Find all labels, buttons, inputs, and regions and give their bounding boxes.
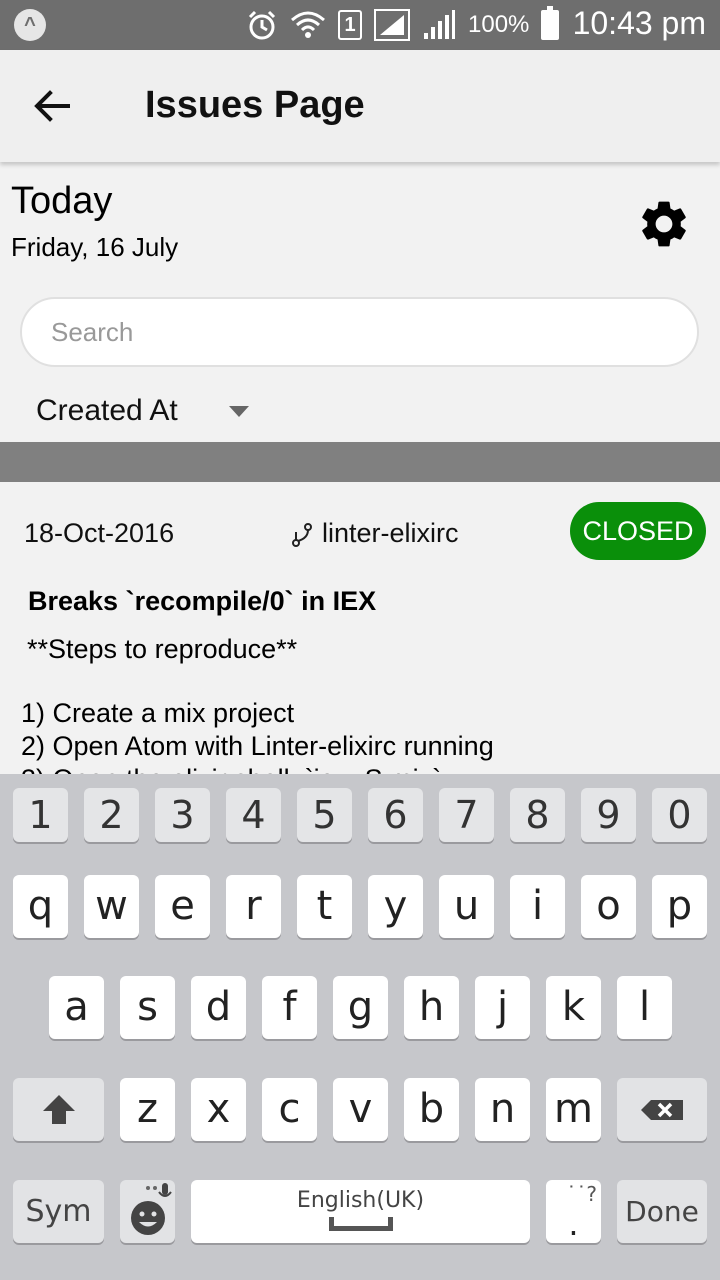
key-v[interactable]: v <box>333 1078 388 1141</box>
chevron-down-icon[interactable] <box>229 406 249 417</box>
clock: 10:43 pm <box>572 5 706 41</box>
key-5[interactable]: 5 <box>297 788 352 842</box>
search-input[interactable]: Search <box>20 297 699 367</box>
period-label: . <box>568 1205 579 1243</box>
space-icon <box>328 1217 393 1231</box>
key-o[interactable]: o <box>581 875 636 938</box>
punctuation-key[interactable]: ˙˙? . <box>546 1180 601 1243</box>
key-n[interactable]: n <box>475 1078 530 1141</box>
issue-body-heading: **Steps to reproduce** <box>27 634 298 664</box>
current-date: Friday, 16 July <box>11 232 179 262</box>
key-s[interactable]: s <box>120 976 175 1039</box>
done-key[interactable]: Done <box>617 1180 707 1243</box>
issue-date: 18-Oct-2016 <box>24 518 175 548</box>
issue-step: 1) Create a mix project <box>21 698 295 728</box>
key-j[interactable]: j <box>475 976 530 1039</box>
repo-name: linter-elixirc <box>322 518 459 548</box>
key-p[interactable]: p <box>652 875 707 938</box>
keyboard: 1 2 3 4 5 6 7 8 9 0 q w e r t y u i o p … <box>0 774 720 1280</box>
divider <box>0 442 720 482</box>
status-badge: CLOSED <box>570 502 706 560</box>
key-i[interactable]: i <box>510 875 565 938</box>
battery-percent: 100% <box>468 11 530 38</box>
key-b[interactable]: b <box>404 1078 459 1141</box>
key-f[interactable]: f <box>262 976 317 1039</box>
key-y[interactable]: y <box>368 875 423 938</box>
issue-title: Breaks `recompile/0` in IEX <box>28 586 377 616</box>
signal-bars-icon <box>424 10 455 39</box>
app-bar: Issues Page <box>0 50 720 162</box>
arrow-left-icon <box>34 90 70 122</box>
key-9[interactable]: 9 <box>581 788 636 842</box>
key-k[interactable]: k <box>546 976 601 1039</box>
sort-dropdown[interactable]: Created At <box>36 394 178 428</box>
key-e[interactable]: e <box>155 875 210 938</box>
status-bar: ^ 1 100% 10:43 pm <box>0 0 720 50</box>
section-heading: Today <box>11 180 113 222</box>
issue-step: 3) Open the elixir shell: `iex -S mix` <box>21 764 441 774</box>
key-w[interactable]: w <box>84 875 139 938</box>
key-q[interactable]: q <box>13 875 68 938</box>
key-d[interactable]: d <box>191 976 246 1039</box>
language-label: English(UK) <box>296 1188 425 1213</box>
settings-button[interactable] <box>636 196 692 252</box>
branch-icon <box>292 523 312 547</box>
key-a[interactable]: a <box>49 976 104 1039</box>
key-t[interactable]: t <box>297 875 352 938</box>
key-1[interactable]: 1 <box>13 788 68 842</box>
shift-icon <box>42 1095 75 1124</box>
key-2[interactable]: 2 <box>84 788 139 842</box>
punctuation-hint: ˙˙? <box>566 1182 597 1206</box>
app-notification-icon: ^ <box>14 9 46 41</box>
key-0[interactable]: 0 <box>652 788 707 842</box>
back-button[interactable] <box>28 82 76 130</box>
issue-step: 2) Open Atom with Linter-elixirc running <box>21 731 494 761</box>
key-h[interactable]: h <box>404 976 459 1039</box>
alarm-icon <box>248 10 276 40</box>
key-r[interactable]: r <box>226 875 281 938</box>
key-z[interactable]: z <box>120 1078 175 1141</box>
wifi-icon <box>291 11 325 38</box>
key-l[interactable]: l <box>617 976 672 1039</box>
key-4[interactable]: 4 <box>226 788 281 842</box>
space-key[interactable]: English(UK) <box>191 1180 530 1243</box>
key-x[interactable]: x <box>191 1078 246 1141</box>
key-3[interactable]: 3 <box>155 788 210 842</box>
emoji-key[interactable] <box>120 1180 175 1243</box>
key-m[interactable]: m <box>546 1078 601 1141</box>
key-g[interactable]: g <box>333 976 388 1039</box>
backspace-icon <box>641 1100 683 1120</box>
key-u[interactable]: u <box>439 875 494 938</box>
battery-icon <box>541 6 560 40</box>
key-7[interactable]: 7 <box>439 788 494 842</box>
key-6[interactable]: 6 <box>368 788 423 842</box>
sim-icon: 1 <box>338 10 362 40</box>
symbols-key[interactable]: Sym <box>13 1180 104 1243</box>
gear-icon <box>642 201 686 247</box>
key-c[interactable]: c <box>262 1078 317 1141</box>
page-title: Issues Page <box>145 84 365 126</box>
shift-key[interactable] <box>13 1078 104 1141</box>
status-icons: 1 100% <box>246 6 560 44</box>
key-8[interactable]: 8 <box>510 788 565 842</box>
issue-card[interactable]: 18-Oct-2016 linter-elixirc CLOSED Breaks… <box>0 482 720 774</box>
signal-icon <box>374 9 410 41</box>
emoji-voice-icon <box>131 1183 172 1235</box>
backspace-key[interactable] <box>617 1078 707 1141</box>
